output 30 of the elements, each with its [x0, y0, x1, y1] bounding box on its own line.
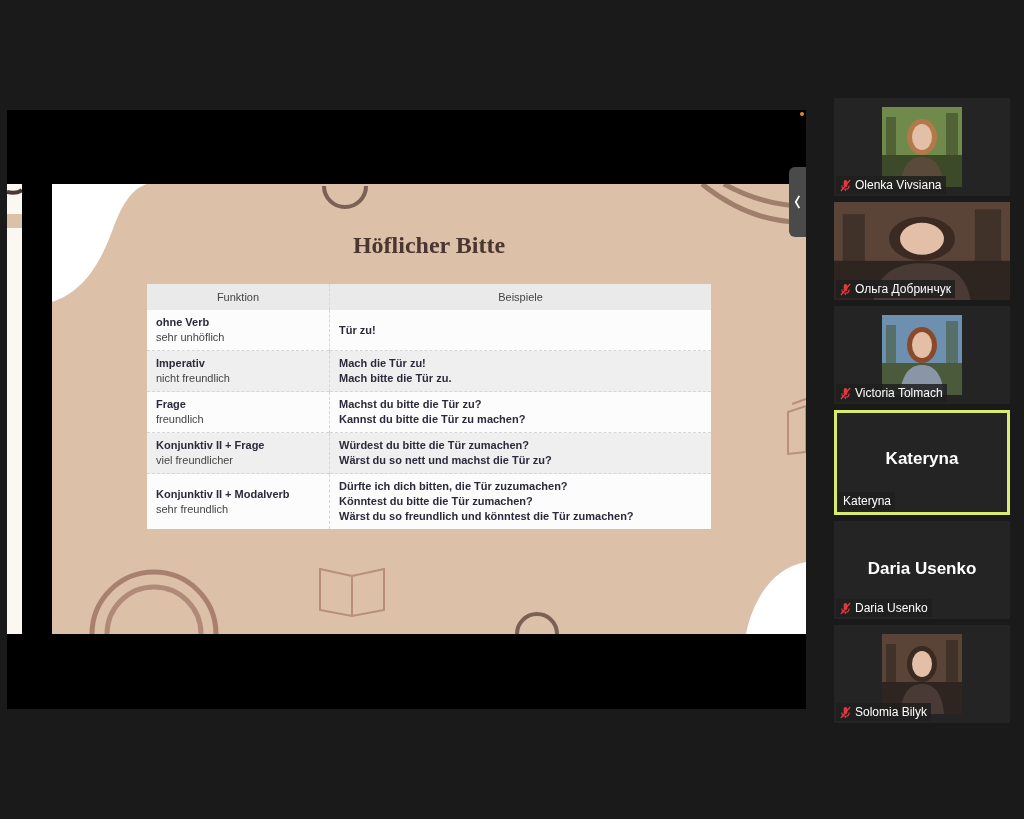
participant-tile[interactable]: Kateryna Kateryna [834, 410, 1010, 515]
table-cell: Dürfte ich dich bitten, die Tür zuzumachen? Könntest du bitte die Tür zumachen? Wärst du so freundlich und könntest die Tür zumachen? [329, 473, 711, 529]
participant-name: Solomia Bilyk [855, 705, 928, 719]
slide-title: Höflicher Bitte [352, 231, 506, 260]
column-header: Beispiele [329, 284, 711, 310]
table-cell: Mach die Tür zu! Mach bitte die Tür zu. [329, 350, 711, 392]
participant-tile[interactable]: Olenka Vivsiana [834, 98, 1010, 196]
table-cell: Machst du bitte die Tür zu? Kannst du bitte die Tür zu machen? [329, 391, 711, 433]
participant-tile[interactable]: Victoria Tolmach [834, 306, 1010, 404]
status-dot-icon [800, 112, 804, 116]
table-cell: Konjunktiv II + Frage viel freundlicher [147, 432, 330, 474]
participant-display-name: Daria Usenko [867, 559, 977, 579]
participant-tile[interactable]: Solomia Bilyk [834, 625, 1010, 723]
column-header: Funktion [147, 284, 330, 310]
participant-name: Daria Usenko [855, 601, 928, 615]
participant-name: Olenka Vivsiana [855, 178, 942, 192]
participant-tile[interactable]: Ольга Добринчук [834, 202, 1010, 300]
table-cell: Imperativ nicht freundlich [147, 350, 330, 392]
table-cell: ohne Verb sehr unhöflich [147, 310, 330, 351]
participant-display-name: Kateryna [885, 448, 959, 469]
participant-name: Victoria Tolmach [855, 386, 943, 400]
table-cell: Würdest du bitte die Tür zumachen? Wärst du so nett und machst die Tür zu? [329, 432, 711, 474]
table-cell: Konjunktiv II + Modalverb sehr freundlich [147, 473, 330, 529]
collapse-button[interactable] [789, 167, 806, 237]
participant-tile[interactable]: Daria Usenko Daria Usenko [834, 521, 1010, 619]
chevron-icon [794, 194, 801, 210]
table-cell: Frage freundlich [147, 391, 330, 433]
participant-name: Ольга Добринчук [855, 282, 951, 296]
participant-name: Kateryna [843, 494, 892, 508]
table-cell: Tür zu! [329, 310, 711, 351]
